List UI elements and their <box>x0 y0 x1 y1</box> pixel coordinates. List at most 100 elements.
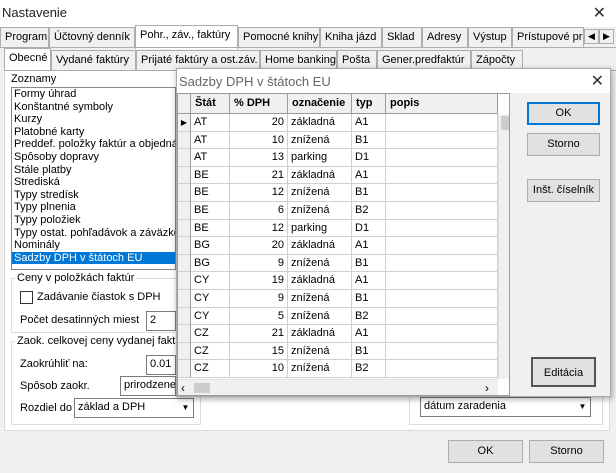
table-cell-rate[interactable]: 20 <box>230 237 288 255</box>
table-cell-label[interactable]: základná <box>288 166 352 185</box>
tab-pomocne-knihy[interactable]: Pomocné knihy <box>238 27 320 48</box>
table-cell-rate[interactable]: 6 <box>230 202 288 220</box>
row-indicator[interactable] <box>178 131 191 150</box>
table-cell-desc[interactable] <box>386 307 498 326</box>
edit-button[interactable]: Editácia <box>531 357 596 387</box>
method-dropdown[interactable]: prirodzene <box>120 376 176 396</box>
tab-obecne[interactable]: Obecné <box>4 48 51 72</box>
table-cell-rate[interactable]: 12 <box>230 184 288 202</box>
table-cell-desc[interactable] <box>386 272 498 290</box>
table-cell-type[interactable]: A1 <box>352 272 386 290</box>
table-cell-desc[interactable] <box>386 149 498 167</box>
list-item[interactable]: Strediská <box>12 176 175 189</box>
column-header-type[interactable]: typ <box>352 94 386 114</box>
row-indicator[interactable] <box>178 166 191 185</box>
table-cell-desc[interactable] <box>386 342 498 361</box>
table-cell-type[interactable]: D1 <box>352 149 386 167</box>
table-cell-type[interactable]: D1 <box>352 219 386 238</box>
table-cell-rate[interactable]: 20 <box>230 114 288 132</box>
table-cell-type[interactable]: B1 <box>352 184 386 202</box>
tab-uctovny-dennik[interactable]: Účtovný denník <box>49 27 135 48</box>
table-cell-rate[interactable]: 10 <box>230 131 288 150</box>
table-cell-state[interactable]: BE <box>191 184 230 202</box>
tab-program[interactable]: Program <box>0 27 49 48</box>
table-cell-type[interactable]: B1 <box>352 342 386 361</box>
row-indicator[interactable]: ▶ <box>178 114 191 132</box>
dialog-cancel-button[interactable]: Storno <box>527 133 600 156</box>
table-cell-rate[interactable]: 15 <box>230 342 288 361</box>
list-item[interactable]: Platobné karty <box>12 126 175 139</box>
tab-sklad[interactable]: Sklad <box>382 27 422 48</box>
row-indicator[interactable] <box>178 342 191 361</box>
cancel-button[interactable]: Storno <box>529 440 604 463</box>
table-cell-label[interactable]: základná <box>288 114 352 132</box>
table-cell-desc[interactable] <box>386 114 498 132</box>
chevron-down-icon[interactable]: ▼ <box>575 398 590 416</box>
row-indicator[interactable] <box>178 184 191 202</box>
close-icon[interactable]: ✕ <box>593 3 606 23</box>
vat-amounts-checkbox[interactable] <box>20 291 33 304</box>
column-header-label[interactable]: označenie <box>288 94 352 114</box>
table-cell-label[interactable]: znížená <box>288 307 352 326</box>
tab-adresy[interactable]: Adresy <box>422 27 468 48</box>
table-cell-desc[interactable] <box>386 184 498 202</box>
column-header-state[interactable]: Štát <box>191 94 230 114</box>
vertical-scrollbar[interactable] <box>498 114 509 379</box>
list-item[interactable]: Kurzy <box>12 113 175 126</box>
close-icon[interactable]: ✕ <box>591 71 604 91</box>
column-header-description[interactable]: popis <box>386 94 498 114</box>
list-item[interactable]: Typy položiek <box>12 214 175 227</box>
horizontal-scrollbar[interactable]: ‹ › <box>178 379 498 395</box>
tab-scroll-right-icon[interactable]: ▶ <box>599 29 614 44</box>
table-cell-rate[interactable]: 9 <box>230 290 288 308</box>
table-cell-state[interactable]: CZ <box>191 342 230 361</box>
tab-vystup[interactable]: Výstup <box>468 27 512 48</box>
table-cell-type[interactable]: A1 <box>352 237 386 255</box>
row-indicator[interactable] <box>178 290 191 308</box>
table-cell-desc[interactable] <box>386 219 498 238</box>
column-header-rate[interactable]: % DPH <box>230 94 288 114</box>
table-cell-rate[interactable]: 10 <box>230 360 288 378</box>
ok-button[interactable]: OK <box>448 440 523 463</box>
table-cell-state[interactable]: AT <box>191 131 230 150</box>
tab-vydane-faktury[interactable]: Vydané faktúry <box>51 50 136 71</box>
chevron-right-icon[interactable]: › <box>485 381 489 395</box>
table-cell-state[interactable]: AT <box>191 149 230 167</box>
table-cell-label[interactable]: parking <box>288 219 352 238</box>
table-cell-state[interactable]: BE <box>191 219 230 238</box>
table-cell-label[interactable]: znížená <box>288 360 352 378</box>
table-cell-desc[interactable] <box>386 290 498 308</box>
table-cell-state[interactable]: CY <box>191 307 230 326</box>
table-cell-desc[interactable] <box>386 237 498 255</box>
table-cell-state[interactable]: BE <box>191 202 230 220</box>
dialog-ok-button[interactable]: OK <box>527 102 600 125</box>
table-cell-label[interactable]: znížená <box>288 202 352 220</box>
table-cell-type[interactable]: B1 <box>352 254 386 273</box>
codebook-button[interactable]: Inšt. číselník <box>527 179 600 202</box>
table-cell-type[interactable]: A1 <box>352 166 386 185</box>
table-cell-type[interactable]: B1 <box>352 131 386 150</box>
round-field[interactable]: 0.01 <box>146 355 176 375</box>
diff-dropdown[interactable]: základ a DPH ▼ <box>74 398 194 418</box>
date-dropdown[interactable]: dátum zaradenia ▼ <box>420 397 591 417</box>
row-indicator[interactable] <box>178 149 191 167</box>
tab-pohladavky[interactable]: Pohr., záv., faktúry <box>135 25 238 49</box>
table-cell-state[interactable]: CZ <box>191 360 230 378</box>
row-indicator[interactable] <box>178 219 191 238</box>
table-cell-rate[interactable]: 12 <box>230 219 288 238</box>
table-cell-type[interactable]: B2 <box>352 307 386 326</box>
scroll-thumb[interactable] <box>501 116 509 130</box>
list-item[interactable]: Sadzby DPH v štátoch EU <box>12 251 175 265</box>
table-cell-label[interactable]: základná <box>288 272 352 290</box>
row-indicator[interactable] <box>178 254 191 273</box>
list-item[interactable]: Konštantné symboly <box>12 101 175 114</box>
lists-listbox[interactable]: Formy úhrad Konštantné symboly Kurzy Platob… <box>11 87 176 270</box>
table-cell-state[interactable]: CY <box>191 272 230 290</box>
hscroll-thumb[interactable] <box>194 383 210 393</box>
row-indicator[interactable] <box>178 202 191 220</box>
vat-rates-grid[interactable]: Štát % DPH označenie typ popis ‹ › ▶ AT 20… <box>177 93 510 396</box>
row-indicator[interactable] <box>178 360 191 378</box>
table-cell-label[interactable]: znížená <box>288 342 352 361</box>
decimals-field[interactable]: 2 <box>146 311 176 331</box>
table-cell-label[interactable]: základná <box>288 325 352 343</box>
